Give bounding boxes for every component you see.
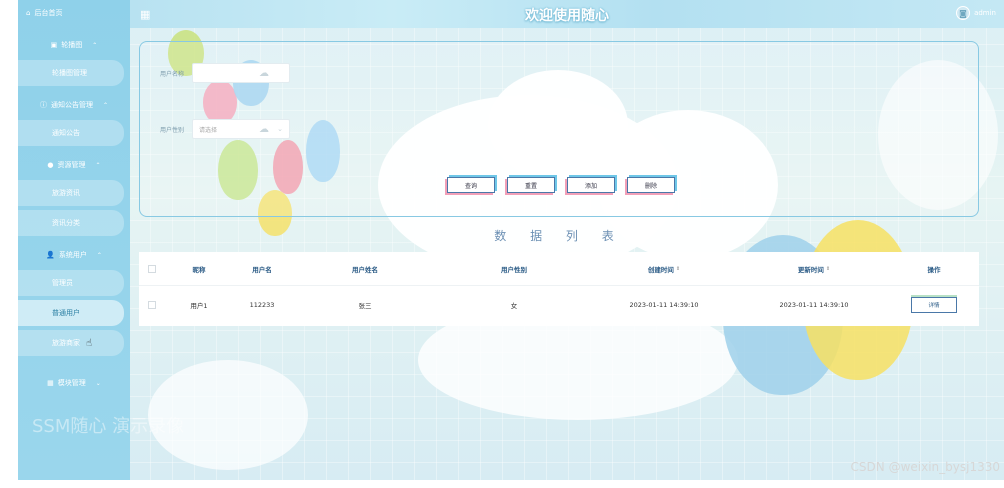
sidebar-item-travel-news[interactable]: 旅游资讯 bbox=[18, 180, 124, 206]
sidebar-group-resource[interactable]: ● 资源管理 ⌃ bbox=[18, 154, 130, 176]
sidebar-item-news-category[interactable]: 资讯分类 bbox=[18, 210, 124, 236]
sidebar-item-admin[interactable]: 管理员 bbox=[18, 270, 124, 296]
video-watermark: SSM随心 演示录像 bbox=[32, 416, 185, 437]
username-label: 用户名称 bbox=[160, 71, 185, 78]
sidebar-group-label: 资源管理 bbox=[57, 161, 86, 169]
sidebar-item-notice[interactable]: 通知公告 bbox=[18, 120, 124, 146]
detail-button[interactable]: 详情 bbox=[911, 297, 957, 313]
top-header: ▦ 欢迎使用随心 ◙ admin bbox=[130, 0, 1004, 28]
cell-nickname: 用户1 bbox=[190, 302, 208, 310]
chevron-down-icon: ⌄ bbox=[95, 379, 101, 387]
sidebar-item-label: 管理员 bbox=[52, 279, 73, 287]
page-title: 欢迎使用随心 bbox=[525, 8, 609, 24]
sidebar-item-merchant[interactable]: 旅游商家 ☝ bbox=[18, 330, 124, 356]
chevron-up-icon: ⌃ bbox=[92, 41, 98, 49]
chevron-up-icon: ⌃ bbox=[96, 251, 102, 259]
row-select[interactable] bbox=[139, 286, 165, 324]
cell-action: 详情 bbox=[889, 286, 979, 324]
sidebar-item-label: 旅游商家 bbox=[52, 339, 80, 347]
chevron-up-icon: ⌃ bbox=[95, 161, 101, 169]
header-created[interactable]: 创建时间 ⇕ bbox=[589, 252, 739, 285]
sidebar-item-label: 旅游资讯 bbox=[52, 189, 80, 197]
search-panel: 用户名称 ☁ 用户性别 请选择 ☁ ⌄ 查询 重置 添加 删除 bbox=[139, 41, 979, 217]
header-updated-label: 更新时间 bbox=[797, 265, 824, 274]
csdn-watermark: CSDN @weixin_bysj1330 bbox=[850, 460, 1000, 474]
header-created-label: 创建时间 bbox=[647, 265, 674, 274]
reset-button[interactable]: 重置 bbox=[507, 177, 555, 193]
sort-icon[interactable]: ⇕ bbox=[676, 266, 680, 272]
sidebar-group-carousel[interactable]: ▣ 轮播图 ⌃ bbox=[18, 34, 130, 56]
sidebar-item-label: 资讯分类 bbox=[52, 219, 80, 227]
header-select-all[interactable] bbox=[139, 252, 165, 285]
header-name: 用户姓名 bbox=[352, 265, 378, 274]
sidebar-item-normal-user[interactable]: 普通用户 bbox=[18, 300, 124, 326]
app-window: ▦ 欢迎使用随心 ◙ admin ⌂ 后台首页 ▣ 轮播图 ⌃ 轮播图管理 ⓘ … bbox=[18, 0, 1004, 480]
avatar-icon: ◙ bbox=[956, 6, 971, 20]
table-header-row: 昵称 用户名 用户姓名 用户性别 创建时间 ⇕ 更新时间 ⇕ 操作 bbox=[139, 252, 979, 286]
info-icon: ⓘ bbox=[39, 101, 47, 109]
header-updated[interactable]: 更新时间 ⇕ bbox=[739, 252, 889, 285]
grid-icon: ▦ bbox=[47, 379, 54, 387]
user-icon: 👤 bbox=[46, 251, 55, 259]
user-name: admin bbox=[974, 9, 996, 17]
cell-updated: 2023-01-11 14:39:10 bbox=[779, 301, 849, 309]
gender-placeholder: 请选择 bbox=[199, 126, 218, 134]
sidebar-group-module[interactable]: ▦ 模块管理 ⌄ bbox=[18, 372, 130, 394]
sidebar-item-label: 通知公告 bbox=[52, 129, 80, 137]
hand-cursor-icon: ☝ bbox=[86, 337, 93, 349]
image-icon: ▣ bbox=[50, 41, 58, 49]
sort-icon[interactable]: ⇕ bbox=[826, 266, 830, 272]
sidebar: ⌂ 后台首页 ▣ 轮播图 ⌃ 轮播图管理 ⓘ 通知公告管理 ⌃ 通知公告 ● 资… bbox=[18, 0, 130, 480]
table-row: 用户1 112233 张三 女 2023-01-11 14:39:10 2023… bbox=[139, 286, 979, 324]
username-input[interactable]: ☁ bbox=[192, 63, 290, 83]
header-username: 用户名 bbox=[252, 265, 272, 274]
header-action: 操作 bbox=[927, 265, 941, 274]
location-pin-icon: ● bbox=[47, 161, 54, 169]
delete-button[interactable]: 删除 bbox=[627, 177, 675, 193]
sidebar-item-carousel-manage[interactable]: 轮播图管理 bbox=[18, 60, 124, 86]
header-nickname: 昵称 bbox=[192, 265, 206, 274]
chevron-up-icon: ⌃ bbox=[102, 101, 109, 109]
sidebar-group-label: 通知公告管理 bbox=[50, 101, 93, 109]
checkbox[interactable] bbox=[148, 264, 156, 273]
checkbox[interactable] bbox=[148, 301, 156, 309]
cloud-icon: ☁ bbox=[259, 68, 269, 79]
sidebar-group-system-users[interactable]: 👤 系统用户 ⌃ bbox=[18, 244, 130, 266]
sidebar-item-label: 轮播图管理 bbox=[52, 69, 87, 77]
gender-select[interactable]: 请选择 ☁ ⌄ bbox=[192, 119, 290, 139]
chevron-down-icon: ⌄ bbox=[277, 125, 283, 133]
cell-name: 张三 bbox=[358, 302, 372, 310]
data-table: 昵称 用户名 用户姓名 用户性别 创建时间 ⇕ 更新时间 ⇕ 操作 用户1 1122… bbox=[139, 252, 979, 326]
home-icon: ⌂ bbox=[26, 9, 31, 17]
sidebar-home[interactable]: ⌂ 后台首页 bbox=[18, 0, 130, 26]
header-gender: 用户性别 bbox=[501, 265, 527, 274]
table-title: 数 据 列 表 bbox=[494, 229, 624, 243]
query-button[interactable]: 查询 bbox=[447, 177, 495, 193]
gender-label: 用户性别 bbox=[160, 127, 185, 134]
sidebar-group-label: 模块管理 bbox=[57, 379, 86, 387]
sidebar-group-notice[interactable]: ⓘ 通知公告管理 ⌃ bbox=[18, 94, 130, 116]
sidebar-item-label: 普通用户 bbox=[52, 309, 80, 317]
sidebar-home-label: 后台首页 bbox=[34, 9, 63, 17]
cell-gender: 女 bbox=[510, 302, 518, 310]
add-button[interactable]: 添加 bbox=[567, 177, 615, 193]
cell-created: 2023-01-11 14:39:10 bbox=[629, 301, 699, 309]
user-menu[interactable]: ◙ admin bbox=[956, 6, 996, 20]
cloud-icon: ☁ bbox=[259, 124, 269, 135]
cell-username: 112233 bbox=[249, 301, 275, 309]
sidebar-group-label: 轮播图 bbox=[61, 41, 83, 49]
sidebar-group-label: 系统用户 bbox=[58, 251, 87, 259]
